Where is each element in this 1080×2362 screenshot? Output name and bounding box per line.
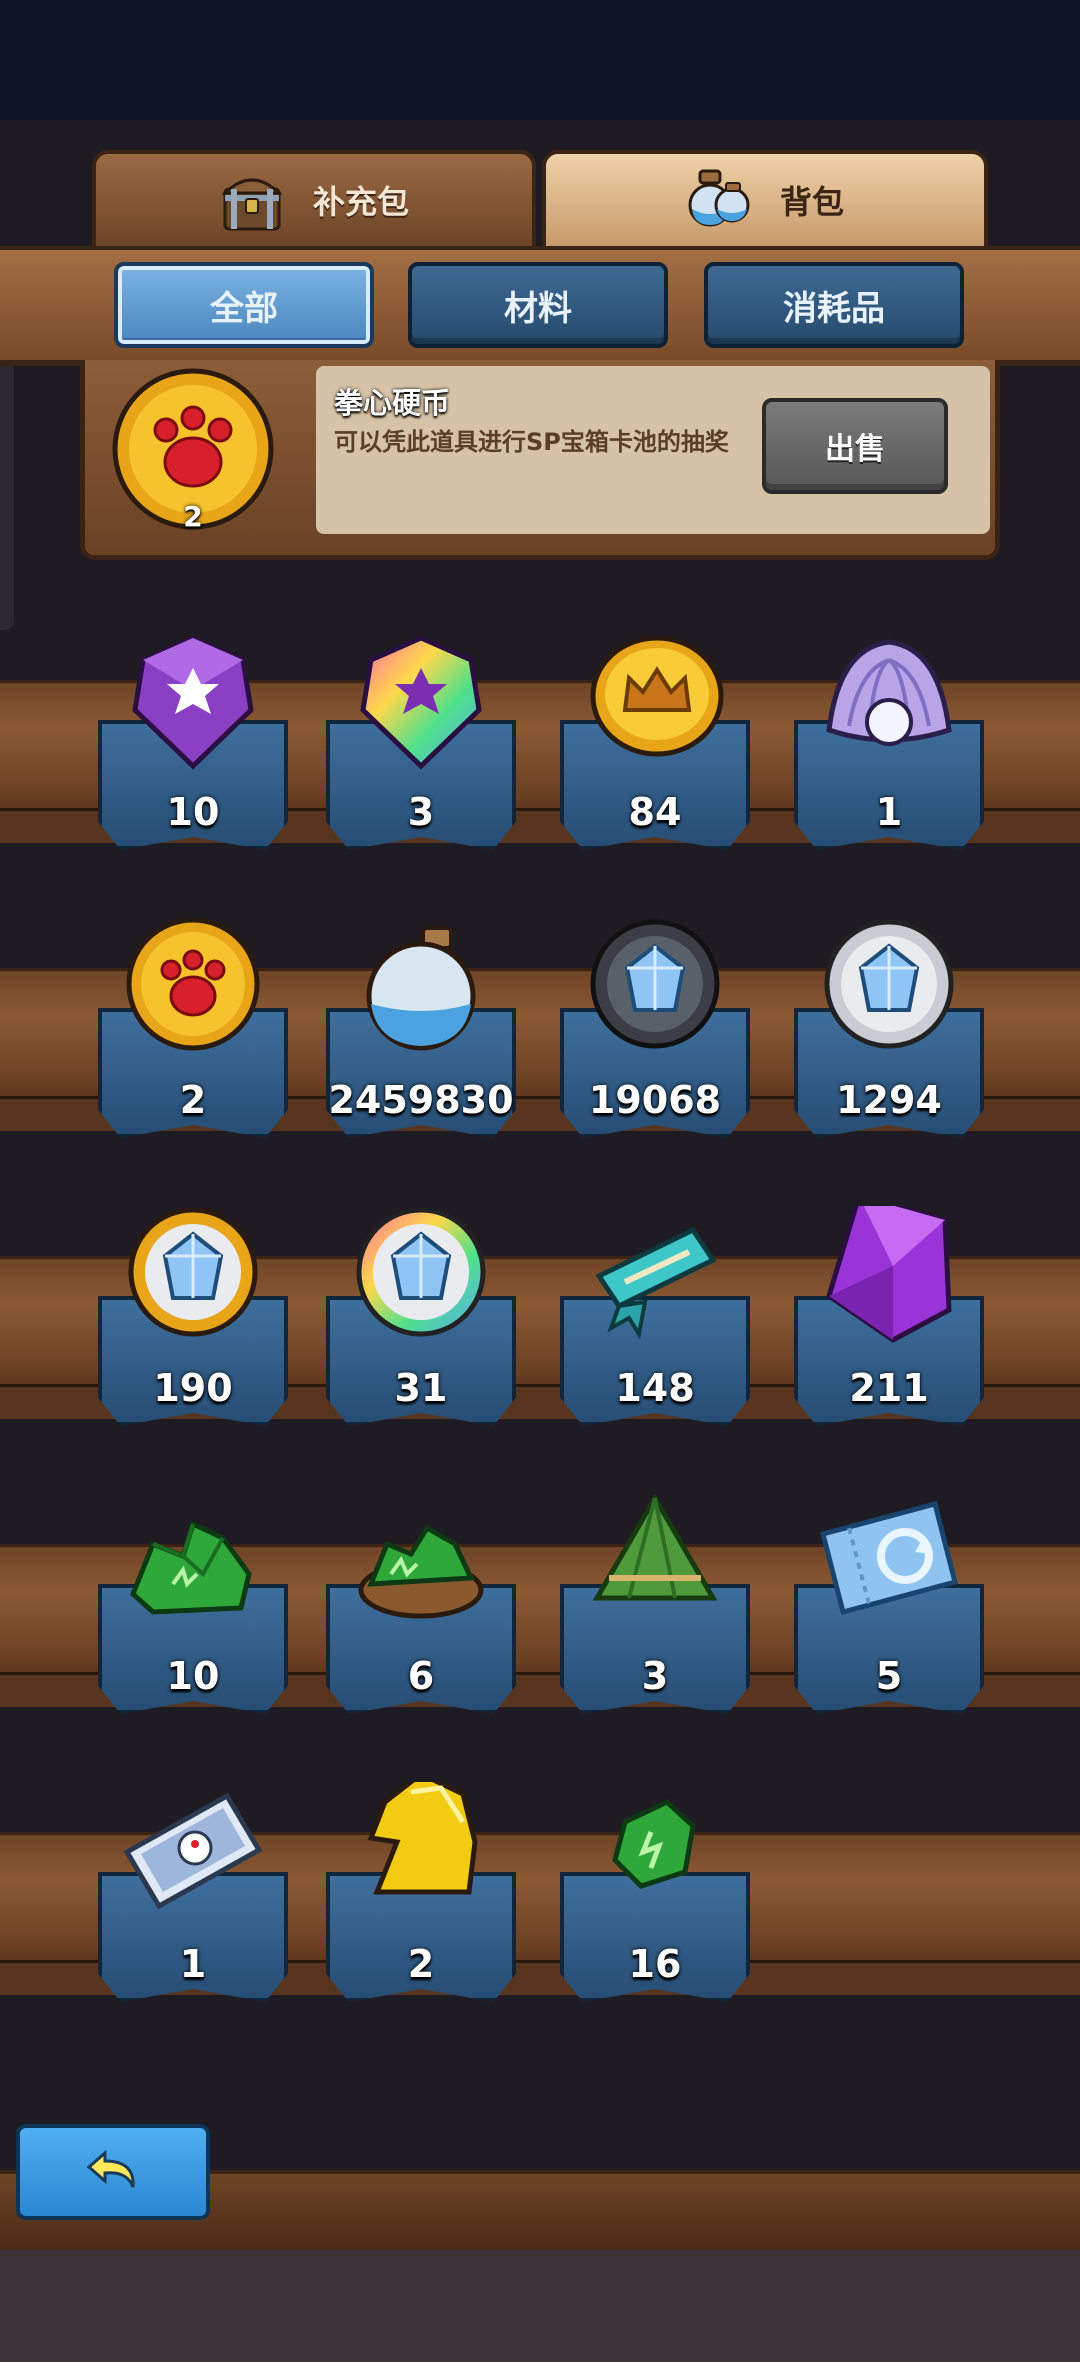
green-ore-icon xyxy=(612,1799,696,1889)
return-arrow-icon xyxy=(86,2149,135,2188)
green-ore-sack-icon xyxy=(358,1524,484,1619)
item-count: 84 xyxy=(628,790,682,834)
item-slot[interactable]: 10 xyxy=(98,1520,288,1714)
filter-consumables-button[interactable]: 消耗品 xyxy=(704,262,964,348)
item-count: 2459830 xyxy=(328,1078,514,1122)
item-slot[interactable]: 31 xyxy=(326,1207,516,1426)
filter-all-button[interactable]: 全部 xyxy=(114,262,374,348)
green-ore-pile-icon xyxy=(130,1520,252,1615)
refresh-ticket-icon xyxy=(819,1500,959,1616)
item-count: 6 xyxy=(407,1654,435,1698)
item-slot[interactable]: 1 xyxy=(794,639,984,850)
item-slot[interactable]: 16 xyxy=(560,1799,750,2002)
item-count: 211 xyxy=(849,1366,929,1410)
treasure-chest-icon xyxy=(221,178,283,231)
detail-count: 2 xyxy=(183,500,203,533)
sell-button[interactable]: 出售 xyxy=(762,398,948,494)
item-slot[interactable]: 211 xyxy=(794,1206,984,1426)
item-count: 148 xyxy=(615,1366,695,1410)
paw-coin-icon xyxy=(126,918,260,1051)
item-slot[interactable]: 1 xyxy=(98,1792,288,2002)
item-count: 1294 xyxy=(836,1078,942,1122)
purple-crystal-icon xyxy=(826,1206,952,1343)
rainbow-crystal-orb-icon xyxy=(356,1207,486,1337)
item-count: 5 xyxy=(875,1654,903,1698)
character-ticket-icon xyxy=(123,1792,263,1910)
pearl-shell-icon xyxy=(826,639,952,746)
item-slot[interactable]: 2 xyxy=(98,918,288,1138)
item-slot[interactable]: 2459830 xyxy=(326,926,516,1138)
item-count: 1 xyxy=(179,1942,207,1986)
gold-crown-coin-icon xyxy=(590,635,724,757)
item-count: 19068 xyxy=(588,1078,722,1122)
item-slot[interactable]: 2 xyxy=(326,1782,516,2002)
item-name: 拳心硬币 xyxy=(334,386,451,420)
item-count: 3 xyxy=(407,790,435,834)
item-description: 可以凭此道具进行SP宝箱卡池的抽奖 xyxy=(334,428,729,456)
item-slot[interactable]: 3 xyxy=(560,1494,750,1714)
tab-backpack[interactable]: 背包 xyxy=(542,150,988,250)
item-count: 190 xyxy=(153,1366,233,1410)
golden-horse-icon xyxy=(367,1782,478,1895)
item-slot[interactable]: 3 xyxy=(326,635,516,850)
potion-bottle-icon xyxy=(688,169,750,227)
purple-star-gem-icon xyxy=(132,635,254,770)
item-count: 1 xyxy=(875,790,903,834)
status-bar xyxy=(0,0,1080,120)
item-count: 10 xyxy=(166,790,220,834)
item-slot[interactable]: 190 xyxy=(98,1207,288,1426)
rainbow-star-gem-icon xyxy=(360,635,482,770)
scroll-ticket-icon xyxy=(595,1226,717,1340)
item-slot[interactable]: 1294 xyxy=(794,919,984,1138)
floor xyxy=(0,2250,1080,2362)
gold-crystal-orb-icon xyxy=(128,1207,258,1337)
tab-label: 补充包 xyxy=(312,183,409,221)
item-slot[interactable]: 6 xyxy=(326,1524,516,1714)
item-slot[interactable]: 19068 xyxy=(560,919,750,1138)
item-slot[interactable]: 148 xyxy=(560,1226,750,1426)
dark-crystal-orb-icon xyxy=(590,919,720,1049)
item-count: 16 xyxy=(628,1942,682,1986)
item-count: 3 xyxy=(641,1654,669,1698)
item-count: 10 xyxy=(166,1654,220,1698)
filter-materials-button[interactable]: 材料 xyxy=(408,262,668,348)
zongzi-icon xyxy=(592,1494,718,1601)
item-slot[interactable]: 84 xyxy=(560,635,750,850)
blue-sand-bottle-icon xyxy=(366,926,476,1051)
item-slot[interactable]: 5 xyxy=(794,1500,984,1714)
item-count: 2 xyxy=(407,1942,435,1986)
silver-crystal-orb-icon xyxy=(824,919,954,1049)
back-button[interactable] xyxy=(16,2124,210,2220)
item-count: 2 xyxy=(179,1078,207,1122)
item-count: 31 xyxy=(394,1366,448,1410)
item-slot[interactable]: 10 xyxy=(98,635,288,850)
tab-supply-pack[interactable]: 补充包 xyxy=(92,150,536,250)
tab-label: 背包 xyxy=(779,183,844,221)
